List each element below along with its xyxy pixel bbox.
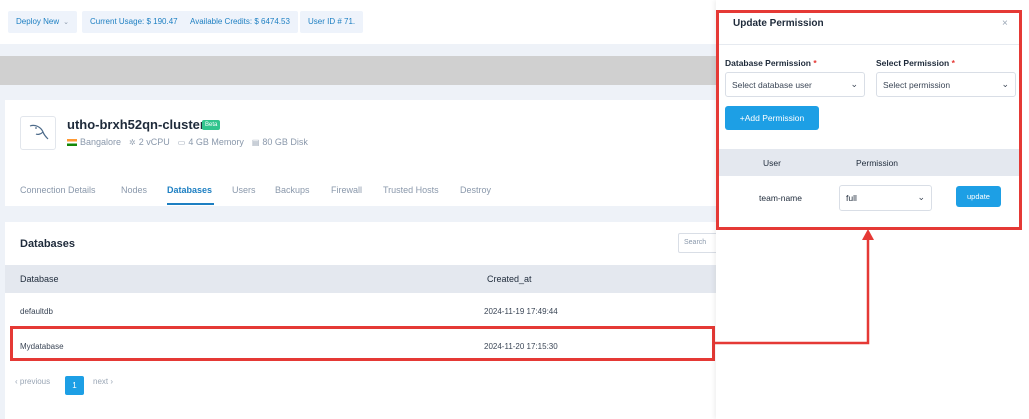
tab-destroy[interactable]: Destroy xyxy=(460,185,491,195)
permission-row-user: team-name xyxy=(759,193,802,203)
database-user-select[interactable]: Select database user ⌄ xyxy=(725,72,865,97)
tab-firewall[interactable]: Firewall xyxy=(331,185,362,195)
cpu-icon: ✲ xyxy=(129,137,136,147)
search-input[interactable]: Search xyxy=(678,233,718,253)
chevron-down-icon: ⌄ xyxy=(850,79,858,89)
top-bar: Deploy New ⌄ Current Usage: $ 190.47 Avai… xyxy=(0,0,716,44)
column-database: Database xyxy=(20,274,59,284)
deploy-new-label: Deploy New xyxy=(16,17,60,26)
cpu-label: 2 vCPU xyxy=(138,137,170,147)
tab-nodes[interactable]: Nodes xyxy=(121,185,147,195)
beta-badge: Beta xyxy=(202,120,221,130)
next-page-button[interactable]: next › xyxy=(93,377,113,386)
highlight-mydatabase-row xyxy=(10,326,715,361)
chevron-down-icon: ⌄ xyxy=(1001,79,1009,89)
available-credits-badge: Available Credits: $ 6474.53 xyxy=(182,11,298,33)
column-permission: Permission xyxy=(856,158,899,168)
table-header: Database Created_at xyxy=(5,265,716,293)
cluster-card: utho-brxh52qn-cluster Beta Bangalore ✲ 2 … xyxy=(5,100,716,206)
modal-divider xyxy=(719,44,1019,45)
banner-placeholder xyxy=(0,56,716,85)
tab-connection-details[interactable]: Connection Details xyxy=(20,185,96,195)
database-user-placeholder: Select database user xyxy=(732,80,812,90)
table-row-name: defaultdb xyxy=(20,307,53,316)
update-button[interactable]: update xyxy=(956,186,1001,207)
memory-icon: ▭ xyxy=(177,137,186,147)
disk-icon: ▤ xyxy=(251,137,260,147)
cpu-spec: ✲ 2 vCPU xyxy=(129,137,170,147)
modal-title: Update Permission xyxy=(733,18,824,29)
permission-row-value: full xyxy=(846,193,857,203)
tab-backups[interactable]: Backups xyxy=(275,185,310,195)
select-permission-label: Select Permission * xyxy=(876,58,955,68)
cluster-name: utho-brxh52qn-cluster xyxy=(67,117,205,132)
page-1-button[interactable]: 1 xyxy=(65,376,84,395)
permission-select[interactable]: Select permission ⌄ xyxy=(876,72,1016,97)
memory-label: 4 GB Memory xyxy=(188,137,244,147)
active-tab-indicator xyxy=(167,203,214,205)
database-permission-label: Database Permission * xyxy=(725,58,817,68)
location-spec: Bangalore xyxy=(67,137,121,147)
permission-table-header: User Permission xyxy=(719,149,1019,176)
mysql-logo-icon xyxy=(20,116,56,150)
previous-page-button[interactable]: ‹ previous xyxy=(15,377,50,386)
required-marker: * xyxy=(951,58,955,68)
cluster-specs: Bangalore ✲ 2 vCPU ▭ 4 GB Memory ▤ 80 GB Di… xyxy=(67,137,308,147)
disk-label: 80 GB Disk xyxy=(262,137,308,147)
column-user: User xyxy=(763,158,781,168)
databases-card: Databases Search Database Created_at def… xyxy=(5,222,718,419)
chevron-down-icon: ⌄ xyxy=(63,19,70,26)
add-permission-button[interactable]: +Add Permission xyxy=(725,106,819,130)
required-marker: * xyxy=(813,58,817,68)
deploy-new-button[interactable]: Deploy New ⌄ xyxy=(8,11,78,33)
column-created-at: Created_at xyxy=(487,274,532,284)
india-flag-icon xyxy=(67,138,77,146)
tab-trusted-hosts[interactable]: Trusted Hosts xyxy=(383,185,439,195)
memory-spec: ▭ 4 GB Memory xyxy=(178,137,244,147)
table-row-created: 2024-11-19 17:49:44 xyxy=(484,307,558,316)
chevron-down-icon: ⌄ xyxy=(917,192,925,202)
permission-row-select[interactable]: full ⌄ xyxy=(839,185,932,211)
user-id-badge: User ID # 71. xyxy=(300,11,364,33)
tab-users[interactable]: Users xyxy=(232,185,256,195)
close-icon[interactable]: × xyxy=(1002,18,1008,29)
tab-databases[interactable]: Databases xyxy=(167,185,212,195)
databases-title: Databases xyxy=(20,238,76,250)
current-usage-badge: Current Usage: $ 190.47 xyxy=(82,11,186,33)
select-permission-text: Select Permission xyxy=(876,58,950,68)
location-label: Bangalore xyxy=(80,137,122,147)
permission-placeholder: Select permission xyxy=(883,80,951,90)
disk-spec: ▤ 80 GB Disk xyxy=(252,137,308,147)
database-permission-text: Database Permission xyxy=(725,58,811,68)
update-permission-modal: Update Permission × Database Permission … xyxy=(716,10,1022,230)
